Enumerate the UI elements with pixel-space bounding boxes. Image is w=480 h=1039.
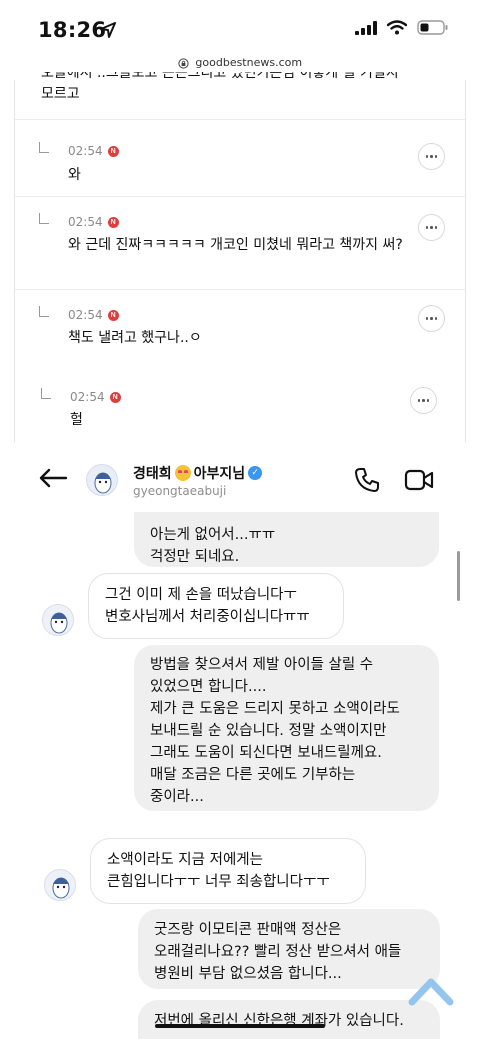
more-options-button[interactable] (410, 387, 437, 414)
character-avatar-icon (52, 877, 70, 899)
clock-time: 18:26 (38, 18, 107, 42)
reply-comment: 02:54 N 헐 (15, 374, 465, 442)
reply-indent-icon (39, 306, 49, 317)
more-options-button[interactable] (418, 143, 445, 170)
reply-comment: 02:54 N 책도 낼려고 했구나..ㅇ (15, 290, 465, 374)
more-options-button[interactable] (418, 214, 445, 241)
comment-text: 책도 낼려고 했구나..ㅇ (68, 330, 202, 346)
wifi-icon (387, 20, 407, 35)
status-bar: 18:26 (0, 0, 480, 56)
character-avatar-icon (50, 612, 68, 634)
verified-badge-icon: ✓ (248, 466, 263, 480)
more-options-button[interactable] (418, 305, 445, 332)
comment-time: 02:54 (70, 390, 105, 404)
profile-handle: gyeongtaeabuji (133, 484, 227, 498)
heart-eyes-emoji-icon (174, 465, 191, 481)
character-avatar-icon (94, 472, 112, 494)
sender-avatar[interactable] (42, 604, 74, 636)
incoming-message: 소액이라도 지금 저에게는 큰힘입니다ㅜㅜ 너무 죄송합니다ㅜㅜ (90, 838, 366, 904)
scrollbar[interactable] (457, 551, 460, 601)
scroll-to-top-icon[interactable] (408, 974, 454, 1006)
battery-icon (417, 20, 448, 35)
profile-name[interactable]: 경태희 아부지님 ✓ (133, 463, 263, 483)
outgoing-message: 저번에 올리신 신한은행 계좌가 있습니다. (138, 1000, 440, 1039)
comment-divider (15, 80, 465, 120)
instagram-dm-screenshot: 경태희 아부지님 ✓ gyeongtaeabuji 아는게 없어서...ㅠㅠ 걱… (14, 442, 466, 1039)
outgoing-message: 굿즈랑 이모티콘 판매액 정산은 오래걸리나요?? 빨리 정산 받으셔서 애들 … (138, 909, 440, 989)
profile-name-suffix: 아부지님 (193, 466, 246, 482)
profile-name-text: 경태희 (133, 466, 172, 482)
location-arrow-icon (100, 22, 116, 38)
comment-time: 02:54 (68, 215, 103, 229)
comment-text: 와 (68, 167, 81, 183)
comment-text: 헐 (70, 412, 83, 428)
incoming-message: 그건 이미 제 손을 떠났습니다ㅜ 변호사님께서 처리중이십니다ㅠㅠ (88, 573, 344, 639)
redaction-bar (155, 1024, 325, 1028)
cellular-signal-icon (355, 20, 377, 35)
comment-time: 02:54 (68, 144, 103, 158)
reply-comment: 02:54 N 와 근데 진짜ㅋㅋㅋㅋㅋ 개코인 미쳤네 뭐라고 책까지 써? (15, 197, 465, 290)
new-badge: N (107, 145, 119, 157)
new-badge: N (107, 309, 119, 321)
reply-comment: 02:54 N 와 (15, 120, 465, 197)
video-call-icon[interactable] (404, 468, 434, 492)
new-badge: N (107, 216, 119, 228)
outgoing-message: 방법을 찾으셔서 제발 아이들 살릴 수 있었으면 합니다.... 제가 큰 도… (134, 645, 439, 811)
sender-avatar[interactable] (44, 869, 76, 901)
profile-avatar[interactable] (86, 464, 118, 496)
reply-indent-icon (39, 213, 49, 224)
reply-indent-icon (41, 388, 51, 399)
back-arrow-icon[interactable] (38, 468, 68, 488)
dm-header: 경태희 아부지님 ✓ gyeongtaeabuji (14, 442, 466, 512)
comment-time: 02:54 (68, 308, 103, 322)
new-badge: N (109, 391, 121, 403)
url-text: goodbestnews.com (195, 56, 303, 69)
reply-indent-icon (39, 142, 49, 153)
comment-text: 와 근데 진짜ㅋㅋㅋㅋㅋ 개코인 미쳤네 뭐라고 책까지 써? (68, 237, 403, 253)
phone-call-icon[interactable] (354, 467, 380, 493)
lock-icon (178, 57, 189, 69)
